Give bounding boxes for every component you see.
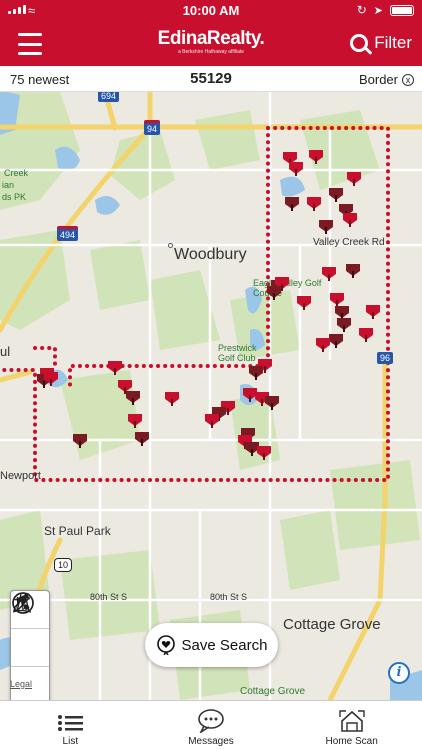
tab-home-scan-label: Home Scan [325, 736, 378, 747]
rotation-lock-icon: ↻ [356, 3, 367, 17]
draw-button[interactable] [11, 593, 49, 667]
border-label: Border [358, 72, 398, 87]
tab-list-label: List [62, 736, 79, 747]
search-info-row: 75 newest 55129 Border x [0, 66, 422, 92]
legal-link[interactable]: Legal [10, 679, 32, 689]
tab-home-scan[interactable]: Home Scan [281, 701, 422, 750]
heart-pin-icon [156, 635, 175, 655]
globe-icon [12, 592, 34, 614]
search-icon [350, 34, 369, 52]
save-search-button[interactable]: Save Search [145, 623, 278, 667]
pin-layer [37, 150, 380, 460]
map-view[interactable]: Woodbury Valley Creek Rd Eagle Valley Go… [0, 92, 422, 700]
location-arrow-icon: ➤ [373, 4, 383, 17]
clear-border-icon[interactable]: x [402, 73, 414, 86]
filter-label: Filter [374, 33, 412, 52]
messages-icon [198, 709, 224, 733]
border-toggle[interactable]: Border x [359, 72, 414, 87]
nav-bar: EdinaRealty. a Berkshire Hathaway affili… [0, 22, 422, 66]
status-bar: ≈ 10:00 AM ↻ ➤ [0, 0, 422, 22]
tab-messages[interactable]: Messages [141, 701, 282, 750]
tab-list[interactable]: List [0, 701, 141, 750]
filter-button[interactable]: Filter [350, 33, 412, 53]
tab-bar: List Messages Home Scan [0, 700, 422, 750]
list-icon [58, 715, 84, 731]
tab-messages-label: Messages [188, 736, 234, 747]
home-scan-icon [338, 710, 365, 732]
info-icon[interactable]: i [388, 662, 410, 684]
save-search-label: Save Search [181, 636, 268, 654]
battery-icon [390, 4, 414, 16]
